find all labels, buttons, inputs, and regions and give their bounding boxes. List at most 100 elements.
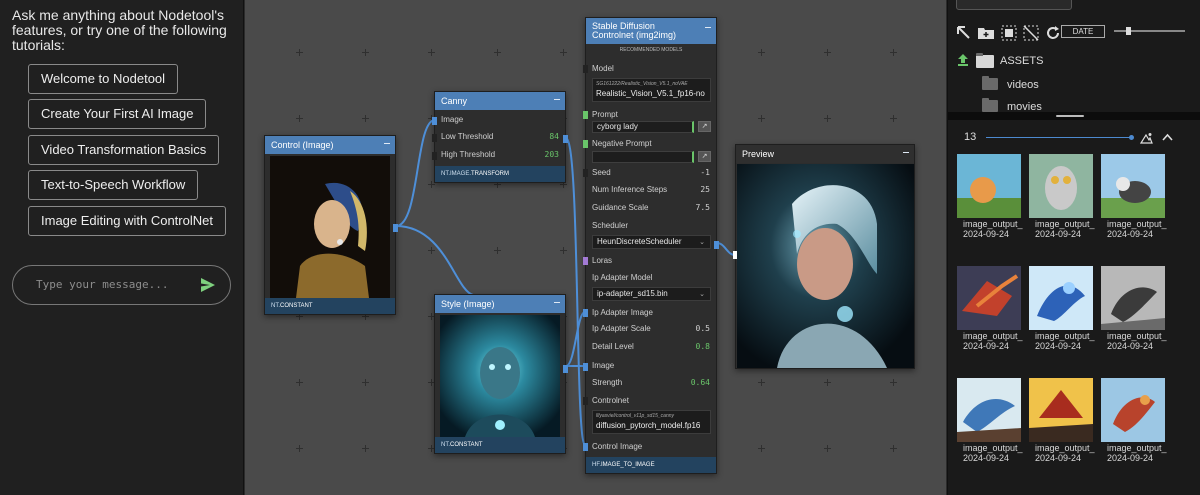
seed-field[interactable]: Seed -1 — [586, 165, 716, 181]
asset-thumbnail-label: image_output_2024-09-24 — [963, 219, 1023, 239]
stable-diffusion-node[interactable]: Stable Diffusion Controlnet (img2img) RE… — [583, 17, 719, 474]
minimize-icon[interactable] — [554, 99, 560, 100]
tutorial-video-button[interactable]: Video Transformation Basics — [28, 135, 220, 165]
loras-input[interactable]: Loras — [586, 253, 716, 269]
image-input[interactable]: Image — [586, 358, 716, 374]
recommended-models-link[interactable]: RECOMMENDED MODELS — [586, 47, 716, 53]
node-title: Style (Image) — [441, 299, 495, 309]
preview-node[interactable]: Preview — [733, 144, 915, 369]
input-handle[interactable] — [583, 140, 588, 148]
minimize-icon[interactable] — [903, 152, 909, 153]
controlnet-select[interactable]: lllyasviel/control_v11p_sd15_canny diffu… — [592, 410, 711, 434]
resize-grip[interactable] — [1056, 115, 1084, 117]
tutorial-controlnet-button[interactable]: Image Editing with ControlNet — [28, 206, 226, 236]
input-handle[interactable] — [583, 257, 588, 265]
arrow-up-left-icon[interactable] — [955, 24, 973, 42]
asset-thumbnail[interactable] — [1029, 378, 1093, 442]
canny-node[interactable]: Canny Image Low Threshold 84 High Thresho… — [432, 91, 568, 183]
chevron-up-icon[interactable] — [1162, 133, 1173, 142]
input-handle[interactable] — [432, 152, 437, 160]
guidance-field[interactable]: Guidance Scale 7.5 — [586, 200, 716, 216]
asset-thumbnail-label: image_output_2024-09-24 — [1107, 219, 1167, 239]
minimize-icon[interactable] — [384, 143, 390, 144]
asset-thumbnail[interactable] — [1029, 154, 1093, 218]
canny-image-input[interactable]: Image — [435, 112, 565, 128]
input-handle[interactable] — [583, 111, 588, 119]
input-handle[interactable] — [583, 309, 588, 317]
refresh-icon[interactable] — [1044, 24, 1062, 42]
steps-field[interactable]: Num Inference Steps 25 — [586, 182, 716, 198]
input-handle[interactable] — [583, 363, 588, 371]
seed-value[interactable]: -1 — [700, 165, 710, 181]
asset-thumbnail[interactable] — [957, 266, 1021, 330]
asset-thumbnail[interactable] — [1101, 266, 1165, 330]
minimize-icon[interactable] — [554, 302, 560, 303]
high-threshold-field[interactable]: High Threshold 203 — [435, 147, 565, 163]
slider-knob[interactable] — [1126, 27, 1131, 35]
assets-root-folder[interactable]: ASSETS — [1000, 55, 1043, 67]
detail-level-field[interactable]: Detail Level 0.8 — [586, 339, 716, 355]
panel-resize-handle[interactable] — [948, 112, 1200, 120]
control-image-input[interactable]: Control Image — [586, 439, 716, 455]
field-label: Ip Adapter Model — [592, 273, 653, 282]
ip-adapter-scale-field[interactable]: Ip Adapter Scale 0.5 — [586, 321, 716, 337]
select-all-icon[interactable] — [1000, 24, 1018, 42]
strength-value[interactable]: 0.64 — [691, 375, 710, 391]
asset-thumbnail[interactable] — [957, 378, 1021, 442]
ip-adapter-model-select[interactable]: ip-adapter_sd15.bin ⌄ — [592, 287, 711, 301]
model-select[interactable]: SG161222/Realistic_Vision_V5.1_noVAE Rea… — [592, 78, 711, 102]
ip-adapter-scale-value[interactable]: 0.5 — [696, 321, 710, 337]
minimize-icon[interactable] — [705, 27, 711, 28]
asset-thumbnail[interactable] — [1029, 266, 1093, 330]
thumbnail-size-slider[interactable] — [1114, 27, 1185, 35]
tutorial-welcome-button[interactable]: Welcome to Nodetool — [28, 64, 179, 94]
guidance-value[interactable]: 7.5 — [696, 200, 710, 216]
high-threshold-value[interactable]: 203 — [545, 147, 559, 163]
expand-icon[interactable]: ↗ — [698, 151, 711, 162]
low-threshold-field[interactable]: Low Threshold 84 — [435, 129, 565, 145]
asset-search-input[interactable] — [956, 0, 1072, 10]
image-filter-icon[interactable] — [1140, 132, 1153, 144]
control-image-node[interactable]: Control (Image) NT.CONSTANT — [264, 135, 398, 315]
prompt-input[interactable]: cyborg lady — [592, 121, 694, 133]
upload-icon[interactable] — [956, 53, 970, 67]
input-handle[interactable] — [733, 251, 737, 259]
scheduler-select[interactable]: HeunDiscreteScheduler ⌄ — [592, 235, 711, 249]
send-icon[interactable] — [199, 276, 217, 294]
folder-icon — [982, 76, 998, 90]
input-handle[interactable] — [583, 65, 588, 73]
output-handle[interactable] — [393, 224, 398, 232]
input-handle[interactable] — [432, 117, 437, 125]
asset-thumbnail[interactable] — [1101, 154, 1165, 218]
tutorial-first-image-button[interactable]: Create Your First AI Image — [28, 99, 207, 129]
input-handle[interactable] — [583, 397, 588, 405]
ip-adapter-image-input[interactable]: Ip Adapter Image — [586, 305, 716, 321]
ip-adapter-model-value: ip-adapter_sd15.bin — [597, 289, 668, 298]
asset-thumbnail[interactable] — [1101, 378, 1165, 442]
output-handle[interactable] — [563, 135, 568, 143]
tutorial-tts-button[interactable]: Text-to-Speech Workflow — [28, 170, 199, 200]
style-image-node[interactable]: Style (Image) NT.CONSTANT — [434, 294, 568, 454]
chat-message-input[interactable]: Type your message... — [12, 265, 231, 305]
negative-prompt-input[interactable] — [592, 151, 694, 163]
input-handle[interactable] — [583, 443, 588, 451]
node-canvas[interactable]: Control (Image) NT.CONSTANT Canny Image … — [245, 0, 946, 495]
model-file: Realistic_Vision_V5.1_fp16-no — [596, 89, 705, 98]
new-folder-icon[interactable] — [977, 24, 995, 42]
asset-thumbnail[interactable] — [957, 154, 1021, 218]
input-handle[interactable] — [432, 134, 437, 142]
folder-videos[interactable]: videos — [1007, 79, 1039, 91]
deselect-icon[interactable] — [1022, 24, 1040, 42]
cyborg-style-image — [440, 315, 560, 437]
low-threshold-value[interactable]: 84 — [549, 129, 559, 145]
output-handle[interactable] — [563, 365, 568, 373]
detail-level-value[interactable]: 0.8 — [696, 339, 710, 355]
output-handle[interactable] — [714, 241, 719, 249]
expand-icon[interactable]: ↗ — [698, 121, 711, 132]
asset-size-slider[interactable] — [986, 135, 1134, 140]
steps-value[interactable]: 25 — [700, 182, 710, 198]
field-label: Prompt — [592, 110, 618, 119]
strength-field[interactable]: Strength 0.64 — [586, 375, 716, 391]
input-handle[interactable] — [583, 169, 588, 177]
sort-by-date-button[interactable]: DATE — [1061, 25, 1105, 38]
